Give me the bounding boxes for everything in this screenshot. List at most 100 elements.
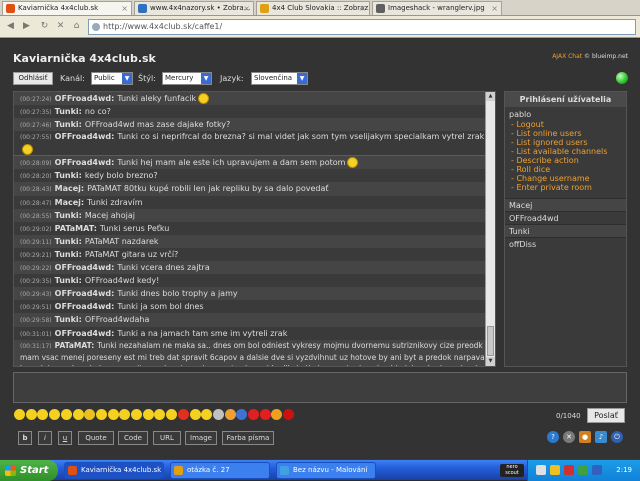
close-tab-icon[interactable]: × xyxy=(491,2,498,15)
emoticon-icon[interactable] xyxy=(236,409,248,420)
emoticon-icon[interactable] xyxy=(154,409,166,420)
message-user[interactable]: Tunki: xyxy=(55,107,82,116)
font-color-button[interactable]: Farba písma xyxy=(222,431,274,445)
antivirus-icon[interactable] xyxy=(564,465,574,475)
emoticon-icon[interactable] xyxy=(14,409,25,420)
user-menu-item[interactable]: List ignored users xyxy=(511,138,626,147)
message-user[interactable]: Tunki: xyxy=(55,250,82,259)
scroll-up-icon[interactable]: ▲ xyxy=(486,92,495,101)
emoticon-icon[interactable] xyxy=(224,409,236,420)
back-icon[interactable]: ◀ xyxy=(4,20,17,33)
user-menu-item[interactable]: Change username xyxy=(511,174,626,183)
emoticon-icon[interactable] xyxy=(201,409,213,420)
browser-tab[interactable]: Kaviarnička 4x4club.sk × xyxy=(2,1,132,15)
logout-button[interactable]: Odhlásiť xyxy=(13,72,53,85)
online-user[interactable]: Macej xyxy=(505,198,626,211)
online-user[interactable]: OFFroad4wd xyxy=(505,211,626,224)
settings-icon[interactable]: ✕ xyxy=(563,431,575,443)
message-input[interactable] xyxy=(13,372,627,403)
tray-app-icon[interactable] xyxy=(550,465,560,475)
language-select[interactable]: Slovenčina ▼ xyxy=(251,72,308,85)
current-user[interactable]: pablo xyxy=(505,107,626,120)
user-menu-item[interactable]: Describe action xyxy=(511,156,626,165)
message-user[interactable]: OFFroad4wd: xyxy=(55,302,115,311)
emoticon-icon[interactable] xyxy=(212,409,224,420)
send-button[interactable]: Poslať xyxy=(587,408,625,423)
message-user[interactable]: Tunki: xyxy=(55,315,82,324)
emoticon-icon[interactable] xyxy=(95,409,107,420)
emoticon-icon[interactable] xyxy=(37,409,49,420)
url-button[interactable]: URL xyxy=(153,431,181,445)
channel-select[interactable]: Public ▼ xyxy=(91,72,133,85)
online-user[interactable]: offDiss xyxy=(505,237,626,250)
message-user[interactable]: PATaMAT: xyxy=(55,224,97,233)
italic-button[interactable]: i xyxy=(38,431,52,445)
emoticon-icon[interactable] xyxy=(189,409,201,420)
taskbar-button[interactable]: otázka č. 27 xyxy=(170,462,270,479)
emoticon-icon[interactable] xyxy=(25,409,37,420)
close-tab-icon[interactable]: × xyxy=(243,2,250,15)
message-user[interactable]: Tunki: xyxy=(55,171,82,180)
start-button[interactable]: Start xyxy=(0,460,58,481)
user-menu-item[interactable]: Roll dice xyxy=(511,165,626,174)
emoticon-icon[interactable] xyxy=(84,409,96,420)
message-user[interactable]: OFFroad4wd: xyxy=(55,94,115,103)
style-select[interactable]: Mercury ▼ xyxy=(162,72,212,85)
emoticon-icon[interactable] xyxy=(60,409,72,420)
scroll-down-icon[interactable]: ▼ xyxy=(486,357,495,366)
volume-icon[interactable] xyxy=(578,465,588,475)
emoticon-icon[interactable] xyxy=(248,409,259,420)
help-icon[interactable]: ? xyxy=(547,431,559,443)
emoticon-icon[interactable] xyxy=(142,409,154,420)
message-user[interactable]: OFFroad4wd: xyxy=(55,132,115,141)
emoticon-icon[interactable] xyxy=(259,409,271,420)
url-input[interactable]: http://www.4x4club.sk/caffe1/ xyxy=(88,19,636,35)
tray-shield-icon[interactable] xyxy=(592,465,602,475)
message-user[interactable]: Macej: xyxy=(55,198,84,207)
emoticon-icon[interactable] xyxy=(166,409,178,420)
forward-icon[interactable]: ▶ xyxy=(20,20,33,33)
user-menu-item[interactable]: List available channels xyxy=(511,147,626,156)
message-user[interactable]: Tunki: xyxy=(55,276,82,285)
user-menu-item[interactable]: Logout xyxy=(511,120,626,129)
scroll-thumb[interactable] xyxy=(487,326,494,356)
emoticon-icon[interactable] xyxy=(49,409,61,420)
user-menu-item[interactable]: Enter private room xyxy=(511,183,626,192)
chat-scrollbar[interactable]: ▲ ▼ xyxy=(485,92,495,366)
code-button[interactable]: Code xyxy=(118,431,148,445)
online-list-icon[interactable]: ● xyxy=(579,431,591,443)
message-user[interactable]: OFFroad4wd: xyxy=(55,329,115,338)
reload-icon[interactable]: ↻ xyxy=(38,20,51,33)
browser-tab[interactable]: 4x4 Club Slovakia :: Zobraz... × xyxy=(256,1,370,15)
close-tab-icon[interactable]: × xyxy=(359,2,366,15)
home-icon[interactable]: ⌂ xyxy=(70,20,83,33)
message-user[interactable]: PATaMAT: xyxy=(55,341,95,350)
power-icon[interactable]: ⏻ xyxy=(611,431,623,443)
message-user[interactable]: Tunki: xyxy=(55,211,82,220)
emoticon-icon[interactable] xyxy=(72,409,84,420)
credit-link[interactable]: AJAX Chat xyxy=(552,53,582,60)
emoticon-icon[interactable] xyxy=(107,409,119,420)
message-user[interactable]: OFFroad4wd: xyxy=(55,263,115,272)
browser-tab[interactable]: www.4x4nazory.sk • Zobra... × xyxy=(134,1,254,15)
sound-icon[interactable]: ♪ xyxy=(595,431,607,443)
network-icon[interactable] xyxy=(536,465,546,475)
bold-button[interactable]: b xyxy=(18,431,32,445)
emoticon-icon[interactable] xyxy=(177,409,189,420)
quote-button[interactable]: Quote xyxy=(78,431,114,445)
taskbar-button[interactable]: Kaviarnička 4x4club.sk xyxy=(64,462,164,479)
close-tab-icon[interactable]: × xyxy=(121,2,128,15)
nero-icon[interactable]: nero scout xyxy=(500,464,524,477)
underline-button[interactable]: u xyxy=(58,431,72,445)
message-user[interactable]: Macej: xyxy=(55,184,84,193)
taskbar-button[interactable]: Bez názvu - Malování xyxy=(276,462,376,479)
emoticon-icon[interactable] xyxy=(131,409,142,420)
message-user[interactable]: Tunki: xyxy=(55,120,82,129)
emoticon-icon[interactable] xyxy=(119,409,131,420)
emoticon-icon[interactable] xyxy=(271,409,283,420)
message-user[interactable]: OFFroad4wd: xyxy=(55,158,115,167)
user-menu-item[interactable]: List online users xyxy=(511,129,626,138)
message-user[interactable]: Tunki: xyxy=(55,237,82,246)
stop-icon[interactable]: ✕ xyxy=(54,20,67,33)
online-user[interactable]: Tunki xyxy=(505,224,626,237)
